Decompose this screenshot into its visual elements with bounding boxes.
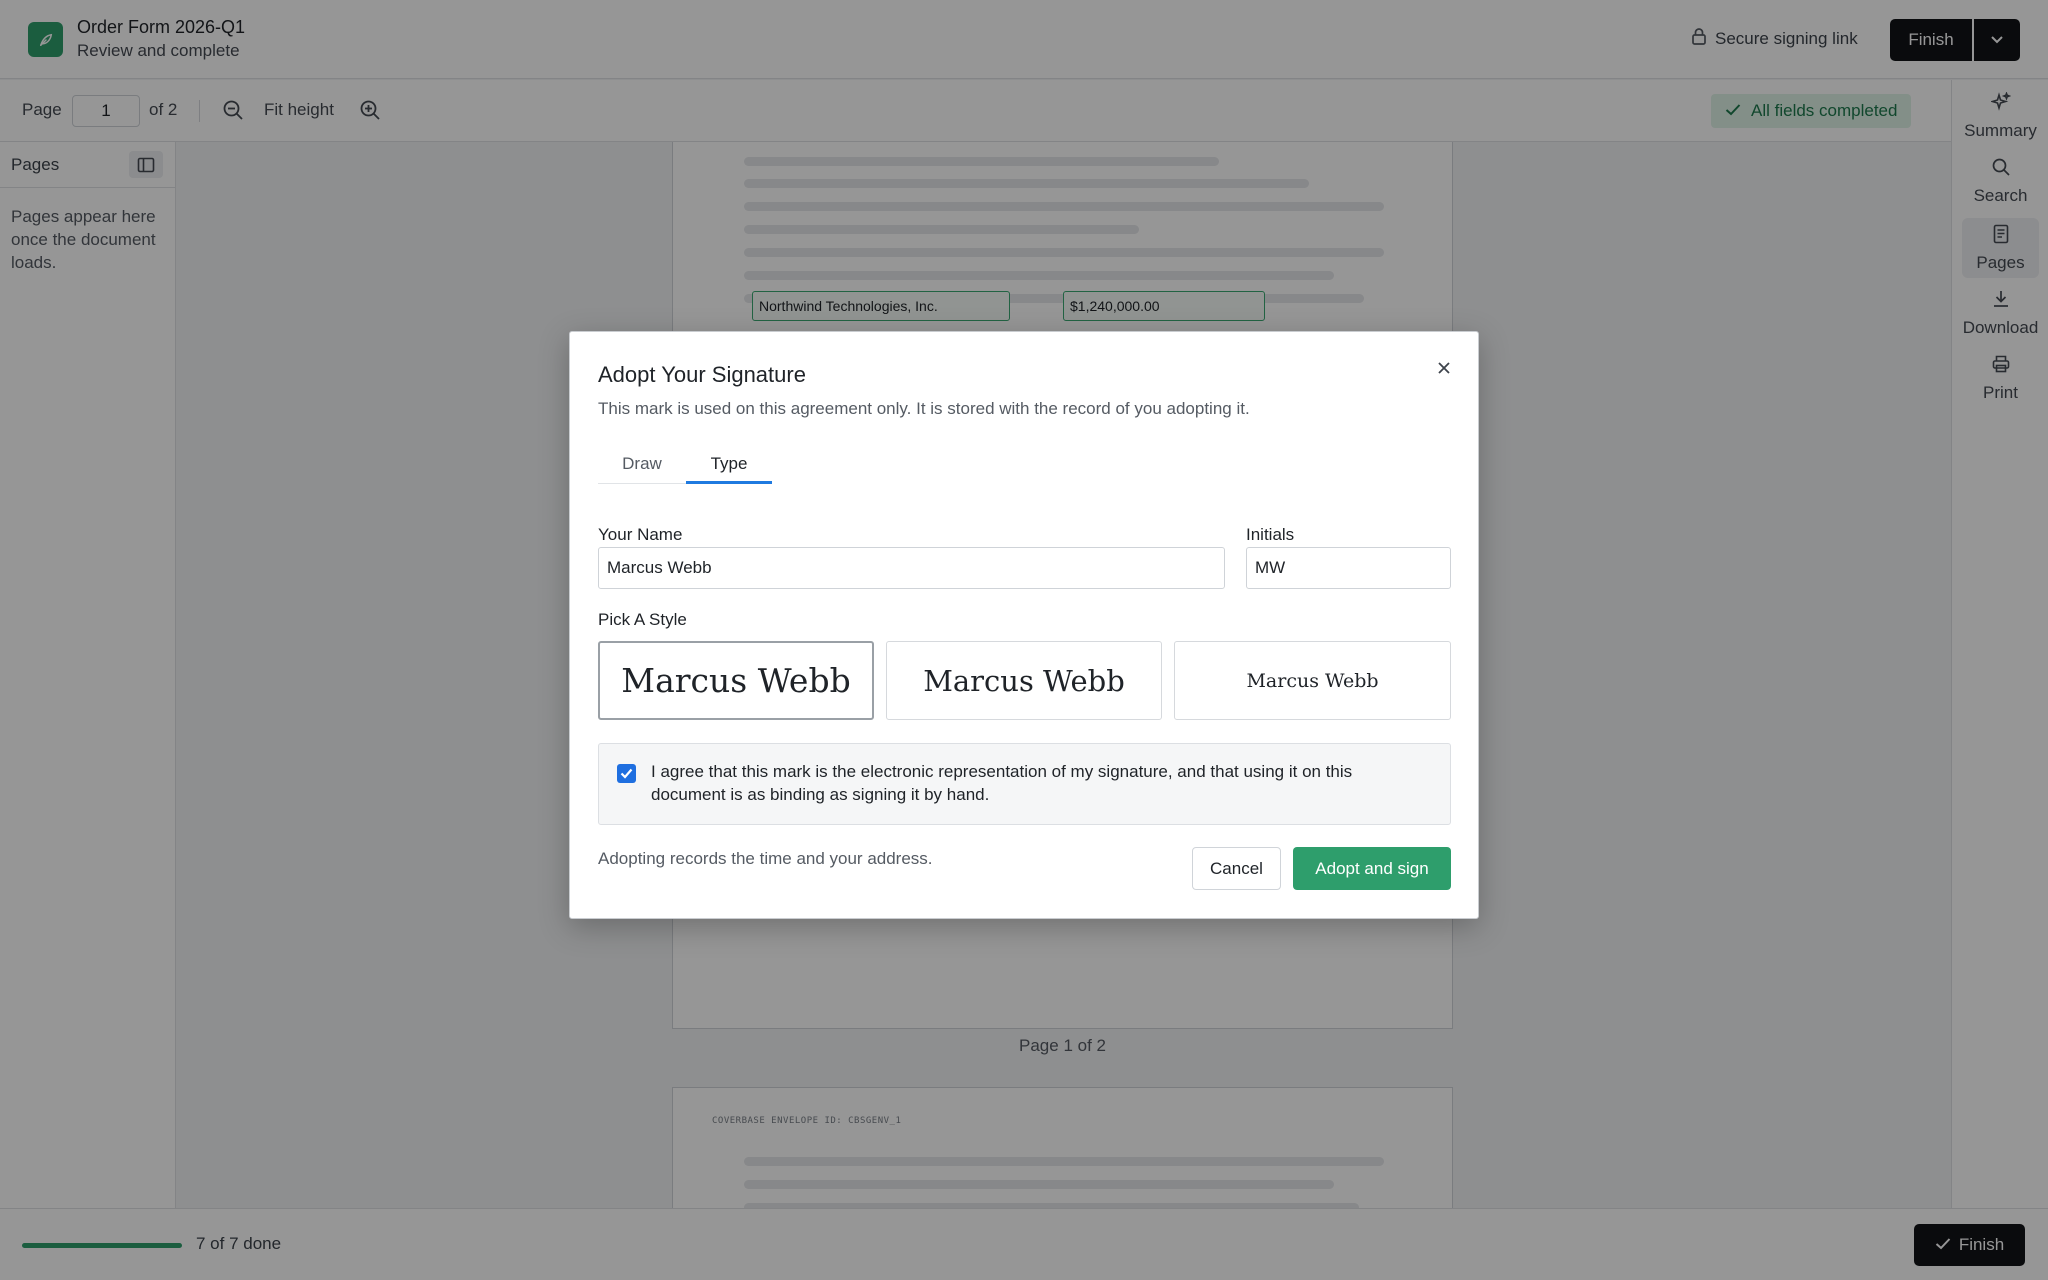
signature-style-option[interactable]: Marcus Webb (1174, 641, 1451, 720)
style-label: Pick A Style (598, 610, 687, 629)
initials-field[interactable]: MW (1246, 547, 1451, 589)
dialog-subtitle: This mark is used on this agreement only… (598, 399, 1250, 418)
tab-draw[interactable]: Draw (598, 450, 686, 484)
consent-checkbox[interactable] (617, 764, 636, 783)
signature-style-option[interactable]: Marcus Webb (886, 641, 1162, 720)
adopt-and-sign-button[interactable]: Adopt and sign (1293, 847, 1451, 890)
dialog-title: Adopt Your Signature (598, 362, 806, 387)
consent-box: I agree that this mark is the electronic… (598, 743, 1451, 825)
initials-label: Initials (1246, 525, 1295, 544)
name-label: Your Name (598, 525, 683, 544)
signature-style-option[interactable]: Marcus Webb (598, 641, 874, 720)
signature-mode-tabs: Draw Type (598, 450, 772, 484)
close-icon[interactable] (1430, 354, 1458, 382)
cancel-button[interactable]: Cancel (1192, 847, 1281, 890)
adopt-signature-dialog: Adopt Your Signature This mark is used o… (569, 331, 1479, 919)
consent-text: I agree that this mark is the electronic… (651, 762, 1353, 804)
tab-type[interactable]: Type (686, 450, 772, 484)
audit-note: Adopting records the time and your addre… (598, 849, 933, 868)
name-field[interactable]: Marcus Webb (598, 547, 1225, 589)
